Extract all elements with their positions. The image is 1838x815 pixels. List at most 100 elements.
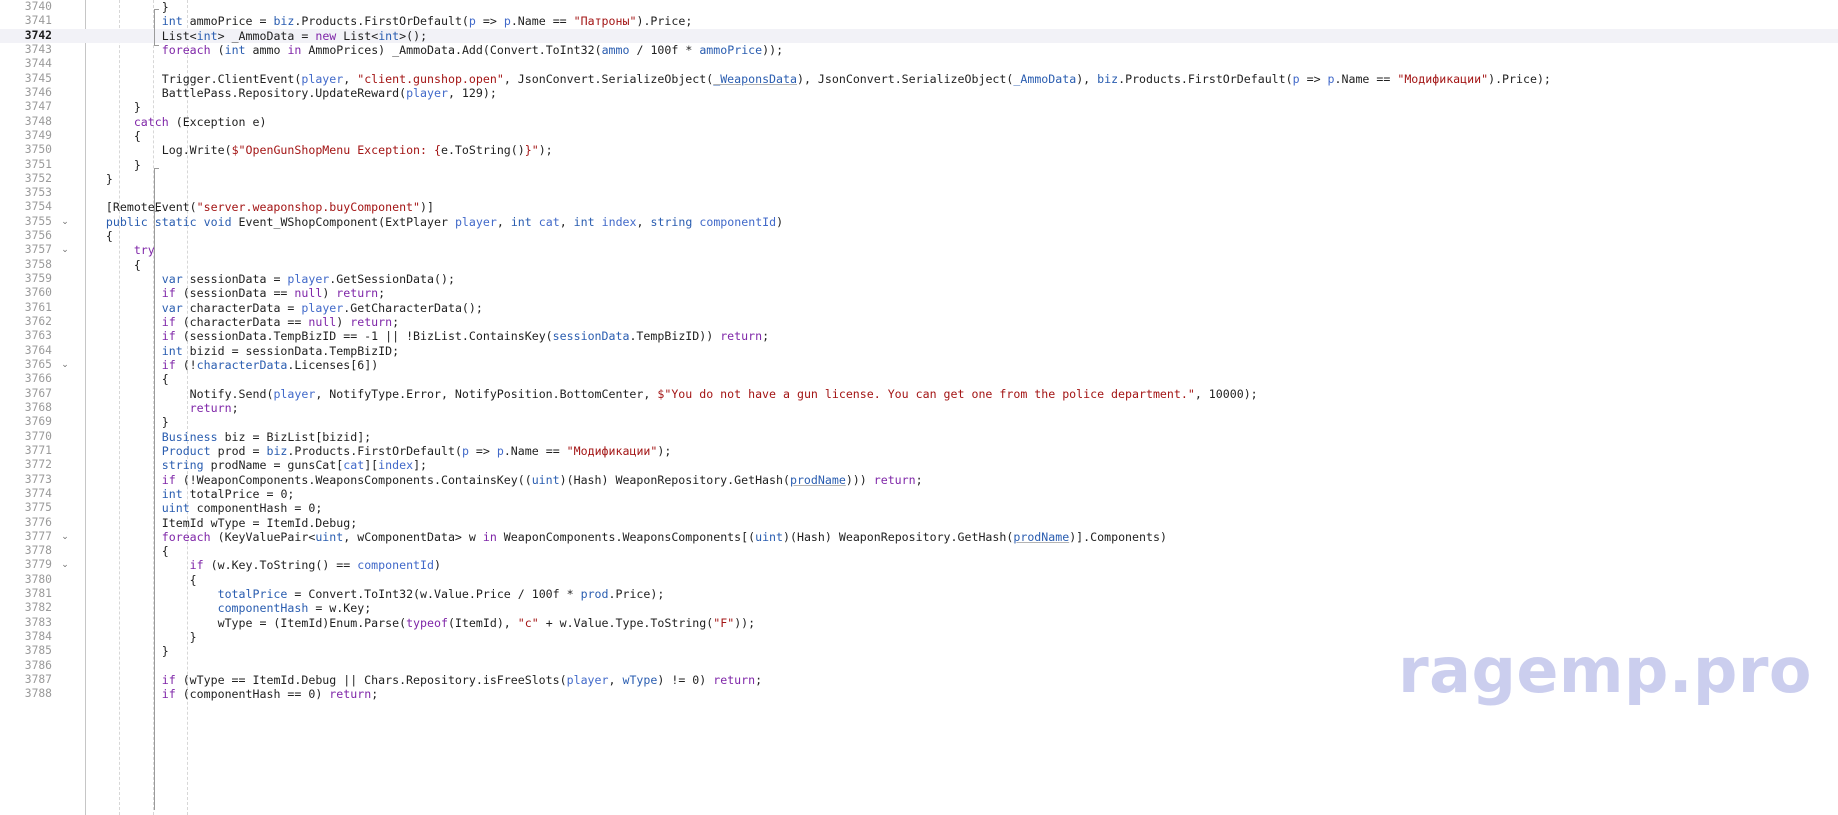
- code-text[interactable]: totalPrice = Convert.ToInt32(w.Value.Pri…: [218, 587, 665, 601]
- code-line[interactable]: 3778 {: [0, 544, 1838, 558]
- code-line[interactable]: 3780 {: [0, 573, 1838, 587]
- code-text[interactable]: if (!characterData.Licenses[6]): [162, 358, 378, 372]
- code-text[interactable]: }: [134, 100, 141, 114]
- code-text[interactable]: int ammoPrice = biz.Products.FirstOrDefa…: [162, 14, 693, 28]
- code-text[interactable]: if (componentHash == 0) return;: [162, 687, 378, 701]
- code-line[interactable]: 3785}: [0, 644, 1838, 658]
- code-text[interactable]: string prodName = gunsCat[cat][index];: [162, 458, 427, 472]
- code-line[interactable]: 3758 {: [0, 258, 1838, 272]
- code-text[interactable]: }: [106, 172, 113, 186]
- code-text[interactable]: if (characterData == null) return;: [162, 315, 399, 329]
- code-text[interactable]: int bizid = sessionData.TempBizID;: [162, 344, 399, 358]
- code-text[interactable]: Log.Write($"OpenGunShopMenu Exception: {…: [162, 143, 553, 157]
- code-line[interactable]: 3763 if (sessionData.TempBizID == -1 || !…: [0, 329, 1838, 343]
- code-fold-toggle-icon[interactable]: ⌄: [58, 215, 72, 229]
- code-text[interactable]: componentHash = w.Key;: [218, 601, 372, 615]
- code-fold-toggle-icon[interactable]: ⌄: [58, 558, 72, 572]
- code-line[interactable]: 3772 string prodName = gunsCat[cat][index…: [0, 458, 1838, 472]
- code-line[interactable]: 3747}: [0, 100, 1838, 114]
- code-line[interactable]: 3748 catch (Exception e): [0, 115, 1838, 129]
- code-text[interactable]: if (w.Key.ToString() == componentId): [190, 558, 441, 572]
- code-line[interactable]: 3757 ⌄ try: [0, 243, 1838, 257]
- code-text[interactable]: {: [162, 372, 169, 386]
- code-line[interactable]: 3746 BattlePass.Repository.UpdateReward(p…: [0, 86, 1838, 100]
- code-text[interactable]: }: [162, 644, 169, 658]
- code-line[interactable]: 3771 Product prod = biz.Products.FirstOrD…: [0, 444, 1838, 458]
- code-line[interactable]: 3756 {: [0, 229, 1838, 243]
- code-line[interactable]: 3753: [0, 186, 1838, 200]
- code-fold-toggle-icon[interactable]: ⌄: [58, 530, 72, 544]
- code-text[interactable]: Trigger.ClientEvent(player, "client.guns…: [162, 72, 1551, 86]
- code-text[interactable]: if (sessionData == null) return;: [162, 286, 385, 300]
- code-text[interactable]: if (wType == ItemId.Debug || Chars.Repos…: [162, 673, 762, 687]
- code-text[interactable]: catch (Exception e): [134, 115, 267, 129]
- code-line[interactable]: 3779 ⌄ if (w.Key.ToString() == componentId…: [0, 558, 1838, 572]
- code-text[interactable]: }: [190, 630, 197, 644]
- code-text[interactable]: List<int> _AmmoData = new List<int>();: [162, 29, 427, 43]
- code-line[interactable]: 3760 if (sessionData == null) return;: [0, 286, 1838, 300]
- code-line[interactable]: 3741 int ammoPrice = biz.Products.FirstOr…: [0, 14, 1838, 28]
- code-text[interactable]: [RemoteEvent("server.weaponshop.buyCompo…: [106, 200, 434, 214]
- code-line[interactable]: 3762 if (characterData == null) return;: [0, 315, 1838, 329]
- code-text[interactable]: uint componentHash = 0;: [162, 501, 323, 515]
- code-line[interactable]: 3775 uint componentHash = 0;: [0, 501, 1838, 515]
- code-line[interactable]: 3777 ⌄ foreach (KeyValuePair<uint, wCompon…: [0, 530, 1838, 544]
- code-line[interactable]: 3769}: [0, 415, 1838, 429]
- code-line[interactable]: 3750 Log.Write($"OpenGunShopMenu Exceptio…: [0, 143, 1838, 157]
- code-text[interactable]: var sessionData = player.GetSessionData(…: [162, 272, 455, 286]
- code-text[interactable]: if (!WeaponComponents.WeaponsComponents.…: [162, 473, 923, 487]
- code-line[interactable]: 3742 List<int> _AmmoData = new List<int>(…: [0, 28, 1838, 43]
- code-text[interactable]: wType = (ItemId)Enum.Parse(typeof(ItemId…: [218, 616, 756, 630]
- code-line[interactable]: 3782 componentHash = w.Key;: [0, 601, 1838, 615]
- code-line[interactable]: 3749 {: [0, 129, 1838, 143]
- code-fold-toggle-icon[interactable]: ⌄: [58, 358, 72, 372]
- code-text[interactable]: return;: [190, 401, 239, 415]
- code-line[interactable]: 3784}: [0, 630, 1838, 644]
- code-text[interactable]: try: [134, 243, 155, 257]
- code-text[interactable]: {: [134, 129, 141, 143]
- code-line[interactable]: 3759 var sessionData = player.GetSessionD…: [0, 272, 1838, 286]
- code-line[interactable]: 3765 ⌄ if (!characterData.Licenses[6]): [0, 358, 1838, 372]
- code-text[interactable]: }: [162, 0, 169, 14]
- code-text[interactable]: int totalPrice = 0;: [162, 487, 295, 501]
- code-line[interactable]: 3761 var characterData = player.GetCharac…: [0, 301, 1838, 315]
- code-text[interactable]: if (sessionData.TempBizID == -1 || !BizL…: [162, 329, 769, 343]
- code-line[interactable]: 3744: [0, 57, 1838, 71]
- code-lines-container[interactable]: 3740} 3741 int ammoPrice = biz.Products.Fi…: [0, 0, 1838, 815]
- code-fold-toggle-icon[interactable]: ⌄: [58, 243, 72, 257]
- code-text[interactable]: Business biz = BizList[bizid];: [162, 430, 371, 444]
- code-text[interactable]: foreach (int ammo in AmmoPrices) _AmmoDa…: [162, 43, 783, 57]
- code-text[interactable]: foreach (KeyValuePair<uint, wComponentDa…: [162, 530, 1167, 544]
- code-text[interactable]: {: [190, 573, 197, 587]
- code-line[interactable]: 3751}: [0, 158, 1838, 172]
- code-line[interactable]: 3773 if (!WeaponComponents.WeaponsCompone…: [0, 473, 1838, 487]
- code-line[interactable]: 3788 if (componentHash == 0) return;: [0, 687, 1838, 701]
- code-text[interactable]: ItemId wType = ItemId.Debug;: [162, 516, 357, 530]
- code-line[interactable]: 3752}: [0, 172, 1838, 186]
- code-line[interactable]: 3768 return;: [0, 401, 1838, 415]
- code-line[interactable]: 3783 wType = (ItemId)Enum.Parse(typeof(It…: [0, 616, 1838, 630]
- code-line[interactable]: 3764 int bizid = sessionData.TempBizID;: [0, 344, 1838, 358]
- code-text[interactable]: }: [162, 415, 169, 429]
- code-line[interactable]: 3740}: [0, 0, 1838, 14]
- code-line[interactable]: 3743 foreach (int ammo in AmmoPrices) _Am…: [0, 43, 1838, 57]
- code-line[interactable]: 3774 int totalPrice = 0;: [0, 487, 1838, 501]
- code-text[interactable]: {: [106, 229, 113, 243]
- code-line[interactable]: 3754 [RemoteEvent("server.weaponshop.buyC…: [0, 200, 1838, 214]
- code-text[interactable]: var characterData = player.GetCharacterD…: [162, 301, 483, 315]
- code-text[interactable]: }: [134, 158, 141, 172]
- code-text[interactable]: {: [134, 258, 141, 272]
- code-line[interactable]: 3766 {: [0, 372, 1838, 386]
- code-line[interactable]: 3770 Business biz = BizList[bizid];: [0, 430, 1838, 444]
- code-text[interactable]: {: [162, 544, 169, 558]
- code-text[interactable]: Notify.Send(player, NotifyType.Error, No…: [190, 387, 1258, 401]
- code-text[interactable]: BattlePass.Repository.UpdateReward(playe…: [162, 86, 497, 100]
- code-line[interactable]: 3755 ⌄ public static void Event_WShopCompo…: [0, 215, 1838, 229]
- code-line[interactable]: 3745 Trigger.ClientEvent(player, "client.…: [0, 72, 1838, 86]
- code-line[interactable]: 3786: [0, 659, 1838, 673]
- code-editor[interactable]: ragemp.pro 3740} 3741 int ammoPrice = biz.…: [0, 0, 1838, 815]
- code-line[interactable]: 3776 ItemId wType = ItemId.Debug;: [0, 516, 1838, 530]
- code-line[interactable]: 3787 if (wType == ItemId.Debug || Chars.R…: [0, 673, 1838, 687]
- code-text[interactable]: public static void Event_WShopComponent(…: [106, 215, 783, 229]
- code-line[interactable]: 3781 totalPrice = Convert.ToInt32(w.Value…: [0, 587, 1838, 601]
